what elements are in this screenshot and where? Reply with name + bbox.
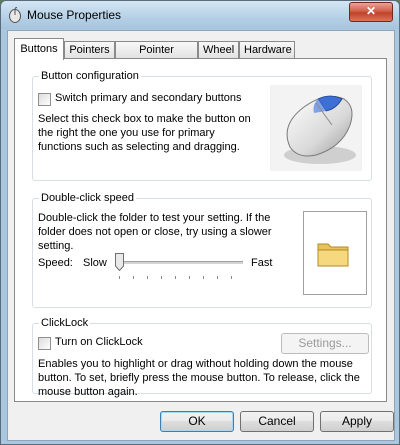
dialog-client-area: Buttons Pointers Pointer Options Wheel H… [7, 30, 395, 441]
slider-thumb[interactable] [115, 253, 124, 271]
mouse-properties-window: Mouse Properties ✕ Buttons Pointers Poin… [0, 0, 400, 445]
close-button[interactable]: ✕ [349, 2, 393, 22]
switch-buttons-checkbox[interactable] [38, 93, 51, 106]
mouse-app-icon [9, 7, 21, 23]
mouse-icon [284, 95, 356, 164]
folder-icon[interactable] [316, 238, 350, 268]
mouse-image [270, 85, 362, 171]
buttons-tab-panel: Button configuration Switch primary and … [14, 58, 387, 402]
slider-tick [133, 276, 134, 279]
slider-tick [231, 276, 232, 279]
button-configuration-description: Select this check box to make the button… [38, 113, 251, 153]
cancel-button[interactable]: Cancel [240, 411, 314, 432]
button-configuration-group: Button configuration Switch primary and … [32, 70, 372, 181]
ok-button[interactable]: OK [160, 411, 234, 432]
slider-tick [175, 276, 176, 279]
double-click-speed-group: Double-click speed Double-click the fold… [32, 192, 372, 308]
slow-label: Slow [83, 257, 107, 269]
double-click-test-area[interactable] [303, 211, 367, 295]
slider-tick [119, 276, 120, 279]
slider-tick [203, 276, 204, 279]
button-configuration-legend: Button configuration [39, 70, 141, 82]
slider-tick [161, 276, 162, 279]
switch-buttons-label[interactable]: Switch primary and secondary buttons [55, 92, 241, 104]
speed-label: Speed: [38, 257, 73, 269]
tab-pointer-options[interactable]: Pointer Options [115, 41, 198, 72]
tab-wheel[interactable]: Wheel [198, 41, 239, 58]
clicklock-settings-button[interactable]: Settings... [281, 333, 369, 354]
slider-tick [147, 276, 148, 279]
slider-tick [217, 276, 218, 279]
title-bar[interactable]: Mouse Properties ✕ [1, 1, 399, 29]
window-title: Mouse Properties [27, 8, 122, 22]
clicklock-legend: ClickLock [39, 317, 91, 329]
double-click-speed-slider[interactable] [115, 253, 243, 283]
fast-label: Fast [251, 257, 273, 269]
slider-tick [189, 276, 190, 279]
double-click-legend: Double-click speed [39, 192, 136, 204]
clicklock-group: ClickLock Turn on ClickLock Settings... … [32, 317, 372, 398]
tab-pointers[interactable]: Pointers [64, 41, 115, 58]
clicklock-checkbox[interactable] [38, 337, 51, 350]
apply-button[interactable]: Apply [320, 411, 394, 432]
double-click-description: Double-click the folder to test your set… [38, 212, 272, 252]
tab-buttons[interactable]: Buttons [14, 38, 64, 60]
clicklock-description: Enables you to highlight or drag without… [38, 358, 360, 398]
close-icon: ✕ [365, 4, 377, 18]
clicklock-label[interactable]: Turn on ClickLock [55, 336, 143, 348]
slider-track [115, 261, 243, 265]
tab-hardware[interactable]: Hardware [239, 41, 295, 58]
